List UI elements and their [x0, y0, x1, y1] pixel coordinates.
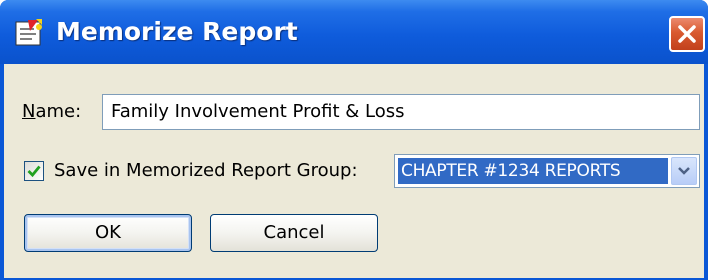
- chevron-down-icon: [678, 167, 690, 175]
- name-label-text: ame:: [35, 101, 82, 122]
- report-name-input[interactable]: Family Involvement Profit & Loss: [102, 94, 700, 130]
- memorize-report-dialog: Memorize Report Name: Family Involvement…: [0, 0, 708, 280]
- title-bar[interactable]: Memorize Report: [0, 0, 708, 64]
- dropdown-button[interactable]: [671, 157, 697, 185]
- memorize-report-icon: [15, 19, 42, 46]
- name-label: Name:: [22, 101, 81, 123]
- save-in-group-checkbox[interactable]: [24, 161, 44, 181]
- cancel-button[interactable]: Cancel: [210, 214, 378, 252]
- ok-button[interactable]: OK: [24, 214, 192, 252]
- save-in-group-label: Save in Memorized Report Group:: [54, 160, 358, 181]
- dialog-body: Name: Family Involvement Profit & Loss S…: [4, 64, 704, 278]
- dialog-title: Memorize Report: [56, 17, 298, 46]
- close-x-icon: [678, 25, 696, 43]
- name-label-mnemonic: N: [22, 101, 36, 122]
- report-group-selected-value: CHAPTER #1234 REPORTS: [398, 158, 668, 184]
- close-button[interactable]: [669, 16, 705, 52]
- report-group-select[interactable]: CHAPTER #1234 REPORTS: [394, 154, 700, 188]
- checkmark-icon: [27, 165, 41, 178]
